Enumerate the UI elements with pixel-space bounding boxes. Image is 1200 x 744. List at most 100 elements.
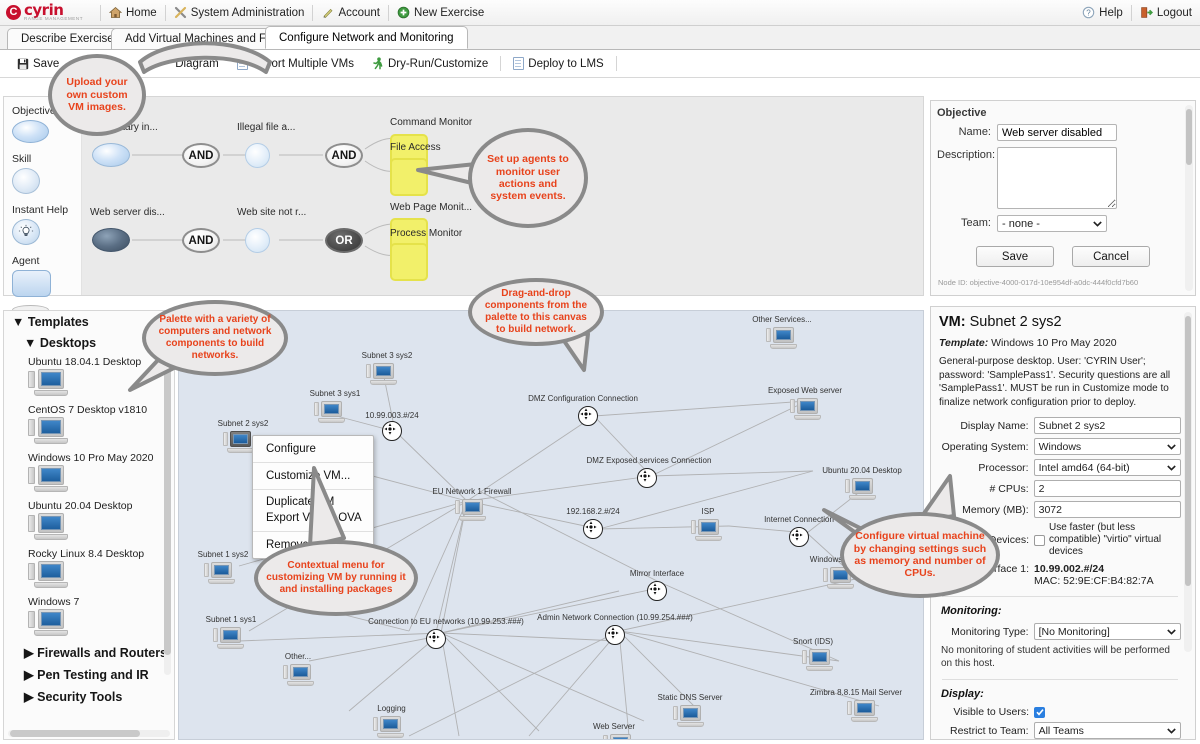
net-node-exposed-web-server[interactable] bbox=[790, 398, 824, 422]
net-router-10-99-003[interactable] bbox=[382, 421, 402, 441]
vm-panel-scrollbar[interactable] bbox=[1184, 312, 1192, 652]
svg-text:?: ? bbox=[1086, 9, 1091, 18]
nav-divider bbox=[1130, 4, 1132, 21]
deploy-to-lms-button[interactable]: Deploy to LMS bbox=[504, 57, 612, 70]
net-router-dmz-configuration-connection[interactable] bbox=[578, 406, 598, 426]
net-node-subnet-3-sys2[interactable] bbox=[366, 363, 400, 387]
net-node-static-dns-server[interactable] bbox=[673, 705, 707, 729]
nav-item-help[interactable]: ? Help bbox=[1082, 6, 1123, 19]
vm-monitoring-type-select[interactable]: [No Monitoring] bbox=[1033, 623, 1181, 640]
vmconfig-callout: Configure virtual machine by changing se… bbox=[822, 468, 1000, 614]
palette-group-pen-testing-and-ir[interactable]: ▶ Pen Testing and IR bbox=[4, 663, 174, 685]
objective-description-textarea[interactable] bbox=[997, 147, 1117, 209]
palette-item-windows-7[interactable]: Windows 7 bbox=[4, 593, 174, 641]
palette-item-windows-10-pro[interactable]: Windows 10 Pro May 2020 bbox=[4, 449, 174, 497]
skill-shape-icon[interactable] bbox=[12, 168, 40, 194]
agents-callout-text: Set up agents to monitor user actions an… bbox=[487, 153, 569, 203]
triangle-down-icon: ▼ bbox=[12, 315, 25, 329]
net-node-subnet-1-sys1[interactable] bbox=[213, 627, 247, 651]
net-node-logging[interactable] bbox=[373, 716, 407, 739]
net-router-label: 192.168.2.#/24 bbox=[566, 507, 620, 516]
nav-item-logout[interactable]: Logout bbox=[1140, 6, 1192, 19]
nav-item-system-administration[interactable]: System Administration bbox=[174, 6, 304, 19]
objective-name-input[interactable] bbox=[997, 124, 1117, 141]
vmconfig-callout-text: Configure virtual machine by changing se… bbox=[853, 530, 987, 580]
computer-icon bbox=[28, 513, 72, 543]
nav-divider bbox=[100, 4, 101, 21]
objective-cancel-label: Cancel bbox=[1093, 250, 1129, 263]
net-node-zimbra-mail-server[interactable] bbox=[847, 700, 881, 724]
nav-item-new-exercise[interactable]: New Exercise bbox=[397, 6, 484, 19]
palette-item-ubuntu-20[interactable]: Ubuntu 20.04 Desktop bbox=[4, 497, 174, 545]
vm-memory-input[interactable]: 3072 bbox=[1033, 501, 1181, 518]
net-router-192-168-2[interactable] bbox=[583, 519, 603, 539]
net-router-admin-network-connection[interactable] bbox=[605, 625, 625, 645]
ctxmenu-callout: Contextual menu for customizing VM by ru… bbox=[248, 460, 428, 620]
net-router-internet-connection[interactable] bbox=[789, 527, 809, 547]
net-router-mirror-interface[interactable] bbox=[647, 581, 667, 601]
nav-item-home[interactable]: Home bbox=[109, 6, 157, 19]
lightbulb-icon[interactable] bbox=[12, 219, 40, 245]
skill-node-web-site-not-reachable[interactable] bbox=[245, 228, 270, 253]
computer-icon bbox=[28, 465, 72, 495]
vm-field-value: Windows bbox=[1038, 440, 1082, 453]
objective-team-value: - none - bbox=[1002, 217, 1040, 230]
chevron-down-icon bbox=[1167, 441, 1176, 453]
agent-shape-icon[interactable] bbox=[12, 270, 51, 297]
palette-item-label: Ubuntu 20.04 Desktop bbox=[28, 500, 133, 512]
net-node-label: ISP bbox=[701, 507, 715, 516]
chevron-down-icon bbox=[1167, 626, 1176, 638]
router-icon bbox=[649, 583, 661, 595]
objective-save-button[interactable]: Save bbox=[976, 246, 1054, 267]
router-icon bbox=[639, 470, 651, 482]
vm-field-label: Operating System: bbox=[941, 440, 1029, 453]
vm-devices-checkbox[interactable] bbox=[1034, 534, 1045, 546]
objective-team-select[interactable]: - none - bbox=[997, 215, 1107, 232]
palette-horizontal-scrollbar[interactable] bbox=[8, 730, 170, 737]
net-node-subnet-1-sys2[interactable] bbox=[204, 562, 238, 586]
vm-visible-checkbox[interactable] bbox=[1034, 706, 1045, 718]
net-node-eu-network-1-firewall[interactable] bbox=[455, 499, 489, 523]
net-router-label: Mirror Interface bbox=[629, 569, 685, 578]
triangle-right-icon: ▶ bbox=[24, 690, 34, 704]
palette-group-label: Firewalls and Routers bbox=[37, 646, 168, 660]
net-node-label: Subnet 3 sys2 bbox=[361, 351, 413, 360]
nav-item-account[interactable]: Account bbox=[321, 6, 380, 19]
vm-cpus-input[interactable]: 2 bbox=[1033, 480, 1181, 497]
vm-processor-select[interactable]: Intel amd64 (64-bit) bbox=[1033, 459, 1181, 476]
objective-node-web-server-disabled[interactable] bbox=[92, 228, 130, 252]
vm-operating-system-select[interactable]: Windows bbox=[1033, 438, 1181, 455]
vm-display-name-input[interactable]: Subnet 2 sys2 bbox=[1033, 417, 1181, 434]
palette-group-firewalls-and-routers[interactable]: ▶ Firewalls and Routers bbox=[4, 641, 174, 663]
dry-run-customize-button[interactable]: Dry-Run/Customize bbox=[363, 57, 497, 70]
router-icon bbox=[580, 408, 592, 420]
palette-group-security-tools[interactable]: ▶ Security Tools bbox=[4, 685, 174, 707]
pencil-icon bbox=[321, 6, 334, 19]
objective-cancel-button[interactable]: Cancel bbox=[1072, 246, 1150, 267]
triangle-down-icon: ▼ bbox=[24, 336, 37, 350]
net-router-dmz-exposed-services-connection[interactable] bbox=[637, 468, 657, 488]
computer-icon bbox=[847, 700, 881, 724]
save-disk-icon bbox=[17, 58, 29, 69]
gate-or-1[interactable]: OR bbox=[325, 228, 363, 253]
net-node-isp[interactable] bbox=[691, 519, 725, 543]
palette-item-centos-7[interactable]: CentOS 7 Desktop v1810 bbox=[4, 401, 174, 449]
objective-shape-icon[interactable] bbox=[12, 120, 49, 143]
gate-and-2[interactable]: AND bbox=[325, 143, 363, 168]
net-node-web-server[interactable] bbox=[603, 734, 637, 739]
palette-group-label: Security Tools bbox=[37, 690, 123, 704]
palette-item-label: Windows 10 Pro May 2020 bbox=[28, 452, 154, 464]
net-node-snort-ids[interactable] bbox=[802, 649, 836, 673]
net-router-connection-to-eu-networks[interactable] bbox=[426, 629, 446, 649]
vm-restrict-to-team-select[interactable]: All Teams bbox=[1033, 722, 1181, 739]
agent-node-process-monitor[interactable] bbox=[390, 243, 428, 281]
palette-item-rocky-linux[interactable]: Rocky Linux 8.4 Desktop bbox=[4, 545, 174, 593]
context-menu-item-configure[interactable]: Configure bbox=[253, 439, 373, 459]
toolbar-divider bbox=[615, 56, 617, 71]
net-node-other[interactable] bbox=[283, 664, 317, 688]
section-divider bbox=[942, 679, 1178, 680]
computer-icon bbox=[455, 499, 489, 523]
gate-and-3[interactable]: AND bbox=[182, 228, 220, 253]
net-node-other-services[interactable] bbox=[766, 327, 800, 351]
objective-panel-scrollbar[interactable] bbox=[1185, 105, 1193, 291]
